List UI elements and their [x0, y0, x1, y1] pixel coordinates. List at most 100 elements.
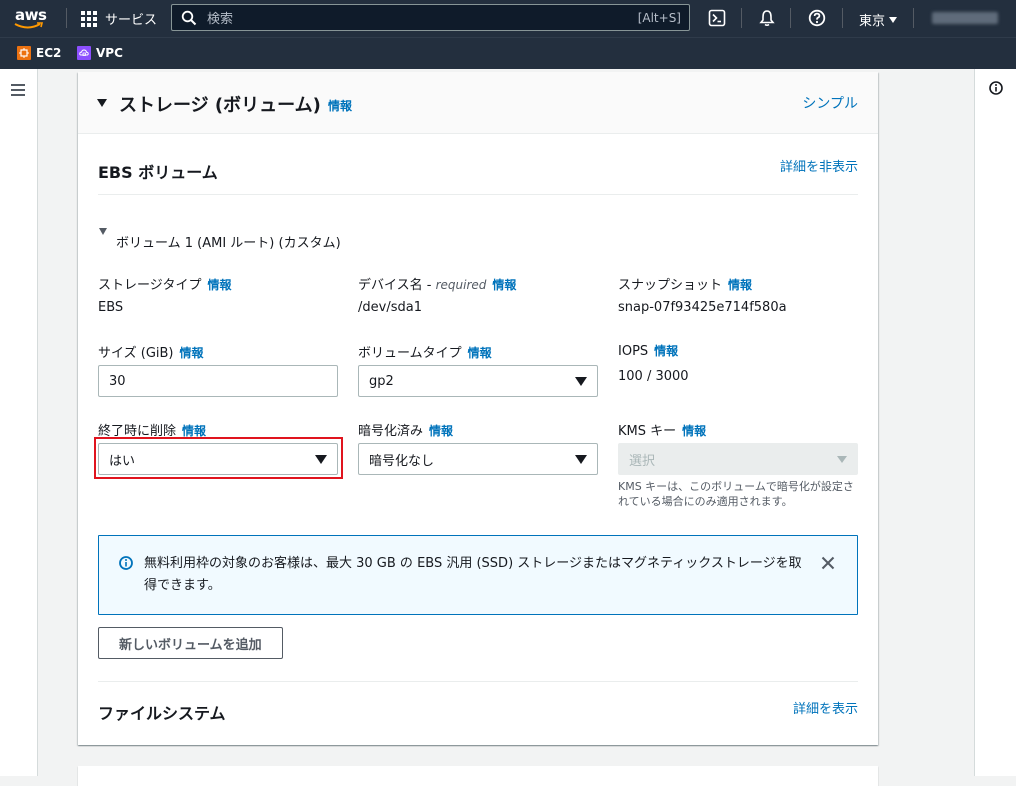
- dropdown-caret-icon: [575, 376, 587, 386]
- aws-smile-icon: [14, 22, 44, 29]
- bell-icon[interactable]: [758, 9, 776, 27]
- favorite-vpc-label: VPC: [96, 46, 123, 60]
- close-icon[interactable]: [821, 556, 835, 570]
- size-label: サイズ (GiB) 情報: [98, 342, 204, 361]
- volume-type-label-text: ボリュームタイプ: [358, 346, 462, 361]
- dropdown-caret-icon: [837, 455, 847, 463]
- device-name-label-text: デバイス名 -: [358, 278, 436, 293]
- volume-type-info-link[interactable]: 情報: [468, 346, 492, 360]
- device-name-value: /dev/sda1: [358, 300, 422, 315]
- services-menu-button[interactable]: サービス: [81, 9, 157, 28]
- nav-divider: [741, 8, 742, 28]
- section-title: ストレージ (ボリューム): [119, 95, 321, 116]
- kms-key-label-text: KMS キー: [618, 424, 677, 439]
- nav-divider: [913, 8, 914, 28]
- kms-key-info-link[interactable]: 情報: [682, 424, 706, 438]
- storage-panel: ストレージ (ボリューム) 情報 シンプル EBS ボリューム 詳細を非表示 ボ…: [78, 72, 878, 745]
- add-volume-button[interactable]: 新しいボリュームを追加: [98, 627, 283, 659]
- search-icon: [181, 10, 197, 25]
- volume-1-header[interactable]: ボリューム 1 (AMI ルート) (カスタム): [116, 232, 341, 251]
- hide-details-link[interactable]: 詳細を非表示: [780, 156, 858, 175]
- required-marker: required: [435, 278, 487, 292]
- help-icon[interactable]: [808, 9, 826, 27]
- volume-type-selected: gp2: [369, 373, 394, 389]
- storage-type-label: ストレージタイプ 情報: [98, 274, 232, 293]
- divider: [98, 681, 858, 682]
- storage-type-value: EBS: [98, 300, 124, 315]
- favorite-ec2-label: EC2: [36, 46, 62, 60]
- snapshot-value: snap-07f93425e714f580a: [618, 300, 787, 315]
- volume-collapse-caret-icon[interactable]: [99, 228, 107, 235]
- delete-on-termination-label: 終了時に削除 情報: [98, 420, 206, 439]
- divider: [98, 194, 858, 195]
- storage-type-info-link[interactable]: 情報: [207, 278, 231, 292]
- search-placeholder: 検索: [207, 12, 234, 27]
- encrypted-label: 暗号化済み 情報: [358, 420, 453, 439]
- kms-key-note: KMS キーは、このボリュームで暗号化が設定されている場合にのみ適用されます。: [618, 480, 854, 508]
- account-menu[interactable]: [932, 12, 998, 24]
- ec2-icon: [17, 46, 31, 60]
- nav-divider: [842, 8, 843, 28]
- size-info-link[interactable]: 情報: [180, 346, 204, 360]
- next-panel: [78, 766, 878, 786]
- region-selector[interactable]: 東京: [859, 10, 898, 29]
- top-navigation: aws サービス 検索 [Alt+S] 東京: [0, 0, 1016, 37]
- iops-label-text: IOPS: [618, 344, 649, 359]
- snapshot-label: スナップショット 情報: [618, 274, 752, 293]
- encrypted-select[interactable]: 暗号化なし: [358, 443, 598, 475]
- delete-on-termination-label-text: 終了時に削除: [98, 424, 177, 439]
- collapse-caret-icon[interactable]: [97, 99, 107, 107]
- dropdown-caret-icon: [315, 454, 327, 464]
- device-name-label: デバイス名 - required 情報: [358, 274, 516, 293]
- right-sidebar: [974, 69, 1016, 776]
- storage-type-label-text: ストレージタイプ: [98, 278, 202, 293]
- alert-message: 無料利用枠の対象のお客様は、最大 30 GB の EBS 汎用 (SSD) スト…: [144, 556, 802, 593]
- simple-view-link[interactable]: シンプル: [802, 93, 858, 113]
- encrypted-info-link[interactable]: 情報: [429, 424, 453, 438]
- iops-info-link[interactable]: 情報: [654, 344, 678, 358]
- dropdown-caret-icon: [575, 454, 587, 464]
- kms-key-selected: 選択: [629, 453, 656, 469]
- snapshot-info-link[interactable]: 情報: [728, 278, 752, 292]
- favorites-bar: EC2 VPC: [0, 37, 1016, 69]
- grid-icon: [81, 10, 97, 27]
- volume-type-label: ボリュームタイプ 情報: [358, 342, 492, 361]
- delete-on-termination-info-link[interactable]: 情報: [182, 424, 206, 438]
- chevron-down-icon: [889, 16, 898, 23]
- left-sidebar: [0, 69, 38, 776]
- size-input-value: 30: [109, 373, 126, 389]
- encrypted-label-text: 暗号化済み: [358, 424, 424, 439]
- kms-key-select: 選択: [618, 443, 858, 475]
- info-icon: [119, 556, 133, 570]
- iops-value: 100 / 3000: [618, 369, 689, 384]
- volume-type-select[interactable]: gp2: [358, 365, 598, 397]
- favorite-vpc[interactable]: VPC: [77, 46, 123, 60]
- show-details-link[interactable]: 詳細を表示: [793, 698, 858, 717]
- section-info-link[interactable]: 情報: [328, 97, 352, 114]
- services-label: サービス: [105, 13, 158, 28]
- storage-panel-header: ストレージ (ボリューム) 情報 シンプル: [78, 72, 878, 134]
- device-name-info-link[interactable]: 情報: [492, 278, 516, 292]
- cloudshell-icon[interactable]: [708, 9, 726, 27]
- menu-icon[interactable]: [11, 84, 25, 99]
- kms-key-label: KMS キー 情報: [618, 420, 706, 439]
- region-label: 東京: [859, 14, 886, 29]
- ebs-volumes-title: EBS ボリューム: [98, 163, 218, 182]
- iops-label: IOPS 情報: [618, 342, 678, 359]
- aws-logo[interactable]: aws: [14, 6, 50, 32]
- delete-on-termination-selected: はい: [109, 453, 136, 469]
- free-tier-alert: 無料利用枠の対象のお客様は、最大 30 GB の EBS 汎用 (SSD) スト…: [98, 535, 858, 615]
- filesystem-title: ファイルシステム: [98, 704, 226, 723]
- nav-divider: [790, 8, 791, 28]
- size-label-text: サイズ (GiB): [98, 346, 174, 361]
- info-icon[interactable]: [989, 81, 1003, 95]
- nav-divider: [66, 8, 67, 28]
- search-shortcut: [Alt+S]: [637, 10, 681, 25]
- delete-on-termination-select[interactable]: はい: [98, 443, 338, 475]
- encrypted-selected: 暗号化なし: [369, 453, 435, 469]
- size-input[interactable]: 30: [98, 365, 338, 397]
- favorite-ec2[interactable]: EC2: [17, 46, 61, 60]
- vpc-icon: [77, 46, 91, 60]
- snapshot-label-text: スナップショット: [618, 278, 723, 293]
- search-input[interactable]: 検索 [Alt+S]: [171, 4, 690, 31]
